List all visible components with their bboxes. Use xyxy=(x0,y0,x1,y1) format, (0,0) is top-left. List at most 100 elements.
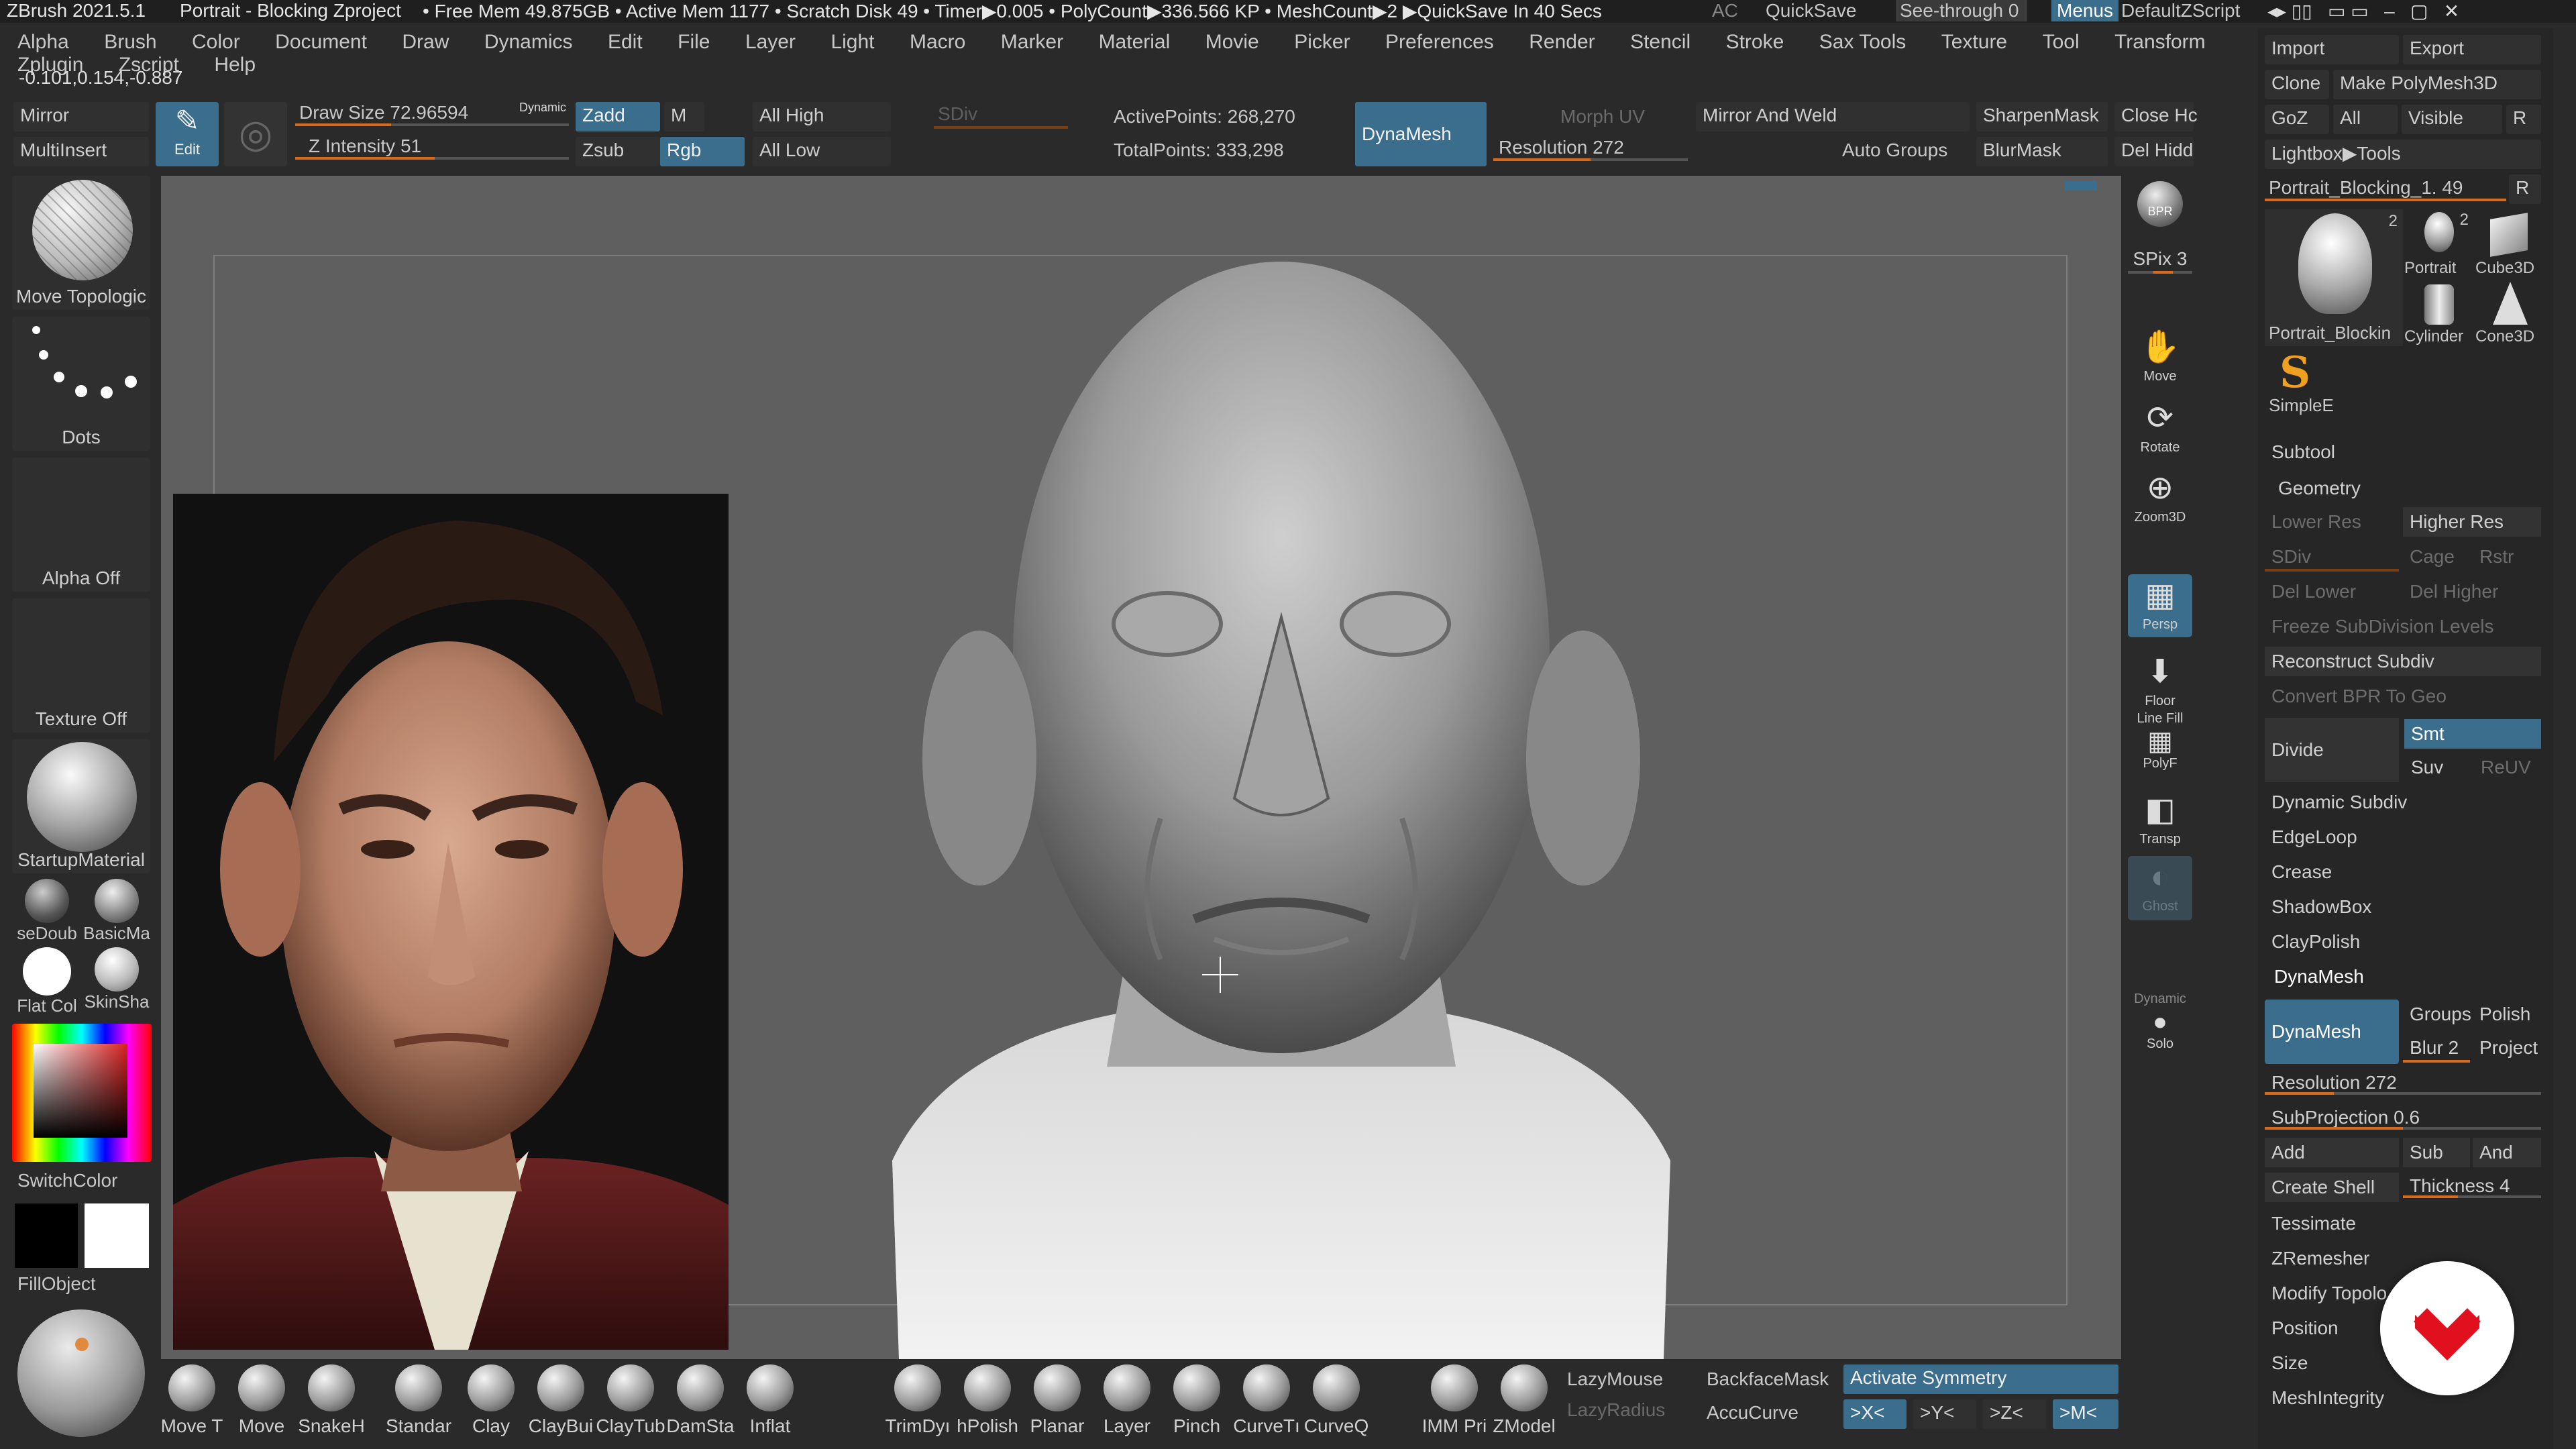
menu-marker[interactable]: Marker xyxy=(1001,31,1063,54)
accucurve-button[interactable]: AccuCurve xyxy=(1707,1402,1799,1424)
tool-thumbnail-portrait[interactable]: 2 Portrait xyxy=(2404,209,2473,278)
fill-object-button[interactable]: FillObject xyxy=(17,1273,96,1295)
secondary-color-swatch[interactable] xyxy=(85,1203,149,1268)
menu-color[interactable]: Color xyxy=(192,31,240,54)
lightbox-tools-button[interactable]: Lightbox▶Tools xyxy=(2265,140,2541,169)
lazymouse-button[interactable]: LazyMouse xyxy=(1567,1368,1663,1390)
zadd-button[interactable]: Zadd xyxy=(576,102,660,131)
light-position-dot[interactable] xyxy=(75,1338,89,1351)
tool-thumbnail-cylinder[interactable]: Cylinder xyxy=(2404,278,2473,346)
groups-toggle[interactable]: Groups xyxy=(2403,1000,2471,1029)
tool-thumbnail-main[interactable]: 2 Portrait_Blockin xyxy=(2265,209,2403,346)
brush-curvequad[interactable]: CurveQ xyxy=(1301,1364,1371,1437)
clone-button[interactable]: Clone xyxy=(2265,70,2329,99)
light-sphere[interactable] xyxy=(17,1309,145,1437)
menu-render[interactable]: Render xyxy=(1529,31,1595,54)
brush-pinch[interactable]: Pinch xyxy=(1162,1364,1232,1437)
tool-thumbnail-simplebrush[interactable]: S SimpleE xyxy=(2265,347,2334,416)
brush-move[interactable]: Move xyxy=(228,1364,295,1437)
ghost-button[interactable]: ◐ Ghost xyxy=(2128,856,2192,920)
ac-label[interactable]: AC xyxy=(1712,0,1738,21)
rotate-nav-button[interactable]: ⟳ Rotate xyxy=(2128,397,2192,456)
lower-res-button[interactable]: Lower Res xyxy=(2265,507,2399,537)
brush-curvetube[interactable]: CurveTı xyxy=(1232,1364,1301,1437)
divide-button[interactable]: Divide xyxy=(2265,718,2399,782)
convert-bpr-button[interactable]: Convert BPR To Geo xyxy=(2265,682,2541,711)
current-tool-slider[interactable]: Portrait_Blocking_1. 49 xyxy=(2265,174,2506,204)
tessimate-section[interactable]: Tessimate xyxy=(2265,1209,2541,1238)
brush-hpolish[interactable]: hPolish xyxy=(953,1364,1022,1437)
close-holes-button[interactable]: Close Hc xyxy=(2114,102,2198,131)
see-through-slider[interactable]: See-through 0 xyxy=(1896,0,2027,21)
menu-document[interactable]: Document xyxy=(275,31,367,54)
material-preset-2[interactable]: BasicMa xyxy=(82,879,152,943)
material-preset-4[interactable]: SkinSha xyxy=(82,947,152,1012)
resolution-slider[interactable]: Resolution 272 xyxy=(1493,134,1688,164)
material-slot[interactable]: StartupMaterial xyxy=(12,739,150,873)
dynamesh-section-header[interactable]: DynaMesh xyxy=(2265,962,2541,991)
export-button[interactable]: Export xyxy=(2403,35,2541,64)
goz-visible-button[interactable]: Visible xyxy=(2402,105,2502,134)
dynamic-subdiv-section[interactable]: Dynamic Subdiv xyxy=(2265,788,2541,817)
menu-macro[interactable]: Macro xyxy=(910,31,965,54)
brush-standard[interactable]: Standar xyxy=(384,1364,453,1437)
brush-planar[interactable]: Planar xyxy=(1022,1364,1092,1437)
material-preset-1[interactable]: seDoub xyxy=(12,879,82,943)
create-shell-button[interactable]: Create Shell xyxy=(2265,1173,2399,1202)
menu-preferences[interactable]: Preferences xyxy=(1385,31,1494,54)
sharpen-mask-button[interactable]: SharpenMask xyxy=(1976,102,2108,131)
menu-light[interactable]: Light xyxy=(830,31,874,54)
menu-stroke[interactable]: Stroke xyxy=(1726,31,1784,54)
draw-size-slider[interactable]: Draw Size 72.96594 Dynamic xyxy=(295,99,569,129)
dynamesh-top-button[interactable]: DynaMesh xyxy=(1355,102,1487,166)
bpr-button[interactable]: BPR xyxy=(2128,181,2192,241)
brush-inflate[interactable]: Inflat xyxy=(735,1364,805,1437)
draw-mode-button[interactable]: ◎ xyxy=(224,102,287,166)
menu-draw[interactable]: Draw xyxy=(402,31,449,54)
tool-thumbnail-cone[interactable]: Cone3D xyxy=(2475,278,2542,346)
sculpt-viewport-mesh[interactable] xyxy=(879,241,1684,1359)
move-nav-button[interactable]: ✋ Move xyxy=(2128,326,2192,385)
import-button[interactable]: Import xyxy=(2265,35,2399,64)
brush-zmodeler[interactable]: ZModel xyxy=(1489,1364,1559,1437)
all-low-button[interactable]: All Low xyxy=(753,137,891,166)
canvas-scroll-indicator[interactable] xyxy=(2065,181,2097,191)
solo-button[interactable]: Dynamic ● Solo xyxy=(2128,991,2192,1056)
transp-button[interactable]: ◧ Transp xyxy=(2128,789,2192,847)
material-preset-3[interactable]: Flat Col xyxy=(12,947,82,1016)
menu-dynamics[interactable]: Dynamics xyxy=(484,31,573,54)
lazyradius-slider[interactable]: LazyRadius xyxy=(1567,1399,1665,1421)
zoom3d-nav-button[interactable]: ⊕ Zoom3D xyxy=(2128,467,2192,526)
rgb-button[interactable]: Rgb xyxy=(660,137,745,166)
make-polymesh-button[interactable]: Make PolyMesh3D xyxy=(2333,70,2541,99)
sub-button[interactable]: Sub xyxy=(2403,1138,2470,1167)
polish-toggle[interactable]: Polish xyxy=(2473,1000,2541,1029)
multiinsert-button[interactable]: MultiInsert xyxy=(13,137,149,166)
spix-slider[interactable]: SPix 3 xyxy=(2128,248,2192,278)
claypolish-section[interactable]: ClayPolish xyxy=(2265,927,2541,957)
persp-button[interactable]: ▦ Persp xyxy=(2128,574,2192,637)
symmetry-z-button[interactable]: >Z< xyxy=(1983,1399,2046,1429)
del-lower-button[interactable]: Del Lower xyxy=(2265,577,2399,606)
subtool-section-header[interactable]: Subtool xyxy=(2265,437,2541,467)
dynamic-toggle[interactable]: Dynamic xyxy=(519,101,566,115)
menu-edit[interactable]: Edit xyxy=(608,31,643,54)
menu-stencil[interactable]: Stencil xyxy=(1630,31,1690,54)
brush-damstandard[interactable]: DamSta xyxy=(665,1364,735,1437)
geometry-section-header[interactable]: Geometry xyxy=(2265,474,2541,503)
goz-button[interactable]: GoZ xyxy=(2265,105,2329,134)
default-zscript-button[interactable]: DefaultZScript xyxy=(2121,0,2240,21)
dynamesh-panel-button[interactable]: DynaMesh xyxy=(2265,1000,2399,1064)
cage-button[interactable]: Cage xyxy=(2403,542,2470,572)
add-button[interactable]: Add xyxy=(2265,1138,2399,1167)
brush-snakehook[interactable]: SnakeH xyxy=(298,1364,365,1437)
switch-color-button[interactable]: SwitchColor xyxy=(17,1170,117,1191)
menu-help[interactable]: Help xyxy=(214,54,256,76)
brush-slot[interactable]: Move Topologic xyxy=(12,176,150,310)
texture-slot[interactable]: Texture Off xyxy=(12,598,150,733)
reconstruct-subdiv-button[interactable]: Reconstruct Subdiv xyxy=(2265,647,2541,676)
m-button[interactable]: M xyxy=(664,102,704,131)
reuv-toggle[interactable]: ReUV xyxy=(2474,753,2541,782)
symmetry-y-button[interactable]: >Y< xyxy=(1913,1399,1976,1429)
menu-tool[interactable]: Tool xyxy=(2043,31,2080,54)
